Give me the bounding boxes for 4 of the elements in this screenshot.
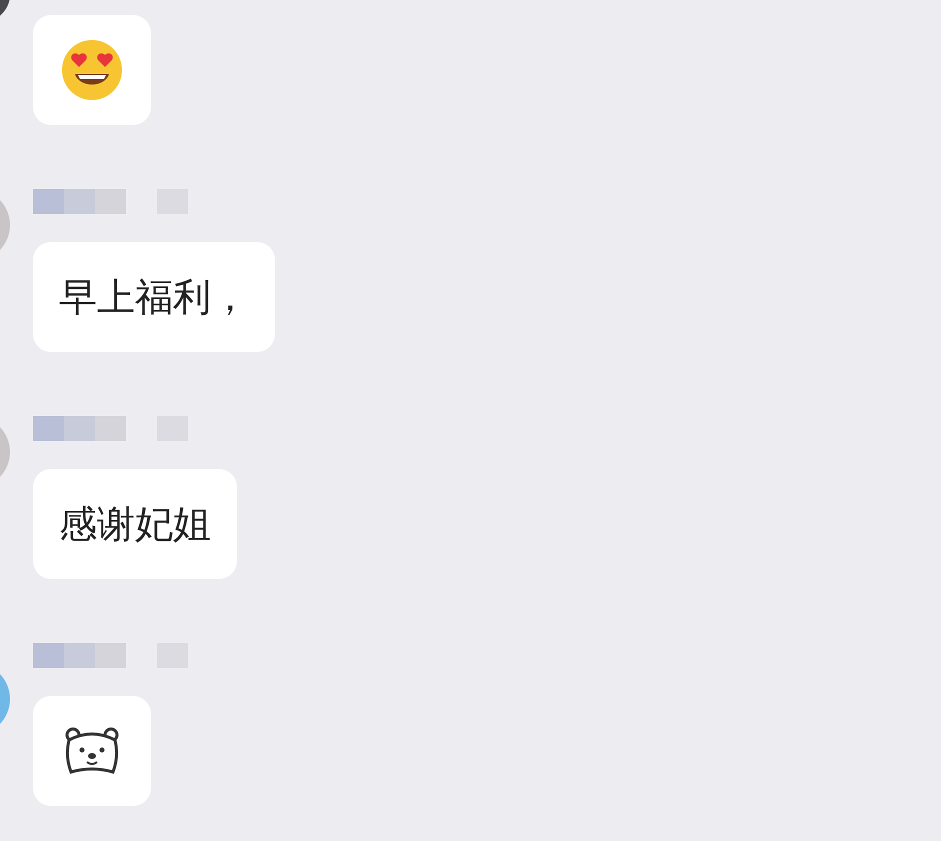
message-text: 早上福利， <box>59 274 249 320</box>
heart-eyes-emoji-icon <box>61 39 123 101</box>
bear-face-icon <box>63 726 121 776</box>
message-text: 感谢妃姐 <box>59 500 211 548</box>
